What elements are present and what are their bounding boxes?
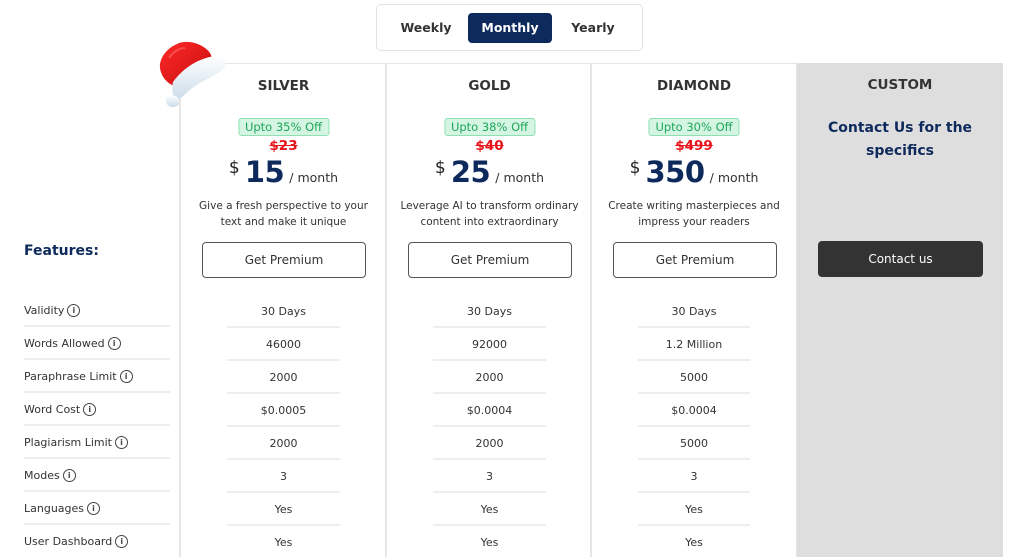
value-validity: 30 Days xyxy=(638,295,750,328)
discount-badge: Upto 35% Off xyxy=(237,118,330,136)
price: $ 350 / month xyxy=(592,155,796,189)
value-user-dashboard: Yes xyxy=(274,536,293,549)
feature-label: Languages xyxy=(24,502,85,515)
value-user-dashboard: Yes xyxy=(685,536,703,549)
info-icon[interactable]: i xyxy=(107,336,121,350)
feature-label: User Dashboard xyxy=(24,535,113,548)
plan-values: 30 Days 1.2 Million 5000 $0.0004 5000 3 … xyxy=(592,295,796,557)
feature-validity: Validity i xyxy=(24,294,170,327)
feature-paraphrase-limit: Paraphrase Limit i xyxy=(24,360,170,393)
feature-modes: Modes i xyxy=(24,459,170,492)
feature-label: Plagiarism Limit xyxy=(24,436,112,449)
value-languages: Yes xyxy=(227,493,340,526)
get-premium-button[interactable]: Get Premium xyxy=(613,242,777,278)
value-plagiarism-limit: 2000 xyxy=(433,427,546,460)
billing-period-toggle: Weekly Monthly Yearly xyxy=(376,4,643,51)
value-words-allowed: 1.2 Million xyxy=(638,328,750,361)
info-icon[interactable]: i xyxy=(83,402,97,416)
value-validity: 30 Days xyxy=(433,295,546,328)
plan-name: DIAMOND xyxy=(656,78,732,94)
discount-badge: Upto 30% Off xyxy=(648,118,740,136)
value-languages: Yes xyxy=(638,493,750,526)
price-amount: 350 xyxy=(645,155,706,189)
value-paraphrase-limit: 2000 xyxy=(227,361,340,394)
feature-plagiarism-limit: Plagiarism Limit i xyxy=(24,426,170,459)
value-word-cost: $0.0005 xyxy=(227,394,340,427)
info-icon[interactable]: i xyxy=(115,435,128,449)
value-words-allowed: 46000 xyxy=(227,328,340,361)
feature-word-cost: Word Cost i xyxy=(24,393,170,426)
feature-label: Modes xyxy=(24,469,60,482)
plan-card-diamond: DIAMOND Upto 30% Off $499 $ 350 / month … xyxy=(590,63,798,557)
price-period: / month xyxy=(289,170,339,185)
value-word-cost: $0.0004 xyxy=(638,394,750,427)
discount-badge: Upto 38% Off xyxy=(443,118,536,136)
plan-description: Leverage AI to transform ordinary conten… xyxy=(400,200,579,228)
feature-label: Validity xyxy=(24,304,65,317)
currency-symbol: $ xyxy=(434,158,446,178)
plan-values: 30 Days 46000 2000 $0.0005 2000 3 Yes Ye… xyxy=(181,295,386,557)
value-plagiarism-limit: 2000 xyxy=(227,427,340,460)
currency-symbol: $ xyxy=(629,158,641,178)
feature-user-dashboard: User Dashboard i xyxy=(24,525,170,557)
price-amount: 25 xyxy=(450,155,491,189)
toggle-yearly[interactable]: Yearly xyxy=(553,13,633,43)
info-icon[interactable]: i xyxy=(119,369,133,383)
value-modes: 3 xyxy=(638,460,750,493)
feature-label: Words Allowed xyxy=(24,337,105,350)
value-user-dashboard: Yes xyxy=(480,536,499,549)
info-icon[interactable]: i xyxy=(115,534,129,548)
value-validity: 30 Days xyxy=(227,295,340,328)
value-modes: 3 xyxy=(227,460,340,493)
value-word-cost: $0.0004 xyxy=(433,394,546,427)
plan-description: Create writing masterpieces and impress … xyxy=(608,200,780,228)
feature-label: Paraphrase Limit xyxy=(24,370,117,383)
currency-symbol: $ xyxy=(228,158,240,178)
features-title: Features: xyxy=(24,243,99,259)
plan-values: 30 Days 92000 2000 $0.0004 2000 3 Yes Ye… xyxy=(387,295,592,557)
info-icon[interactable]: i xyxy=(62,468,76,482)
feature-label: Word Cost xyxy=(24,403,81,416)
old-price: $499 xyxy=(675,138,713,154)
value-paraphrase-limit: 2000 xyxy=(433,361,546,394)
feature-words-allowed: Words Allowed i xyxy=(24,327,170,360)
value-modes: 3 xyxy=(433,460,546,493)
plan-name: GOLD xyxy=(468,78,511,94)
value-languages: Yes xyxy=(433,493,546,526)
contact-us-button[interactable]: Contact us xyxy=(818,241,983,277)
toggle-weekly[interactable]: Weekly xyxy=(385,13,467,43)
value-words-allowed: 92000 xyxy=(433,328,546,361)
plan-card-custom: CUSTOM Contact Us for the specifics Cont… xyxy=(797,63,1003,557)
old-price: $40 xyxy=(475,138,504,154)
feature-list: Validity i Words Allowed i Paraphrase Limi… xyxy=(24,294,170,557)
price: $ 15 / month xyxy=(181,155,386,189)
toggle-monthly[interactable]: Monthly xyxy=(468,13,552,43)
plan-description: Give a fresh perspective to your text an… xyxy=(199,200,368,228)
contact-heading: Contact Us for the specifics xyxy=(827,120,973,159)
old-price: $23 xyxy=(269,138,298,154)
info-icon[interactable]: i xyxy=(87,501,101,515)
price: $ 25 / month xyxy=(387,155,592,189)
info-icon[interactable]: i xyxy=(67,303,81,317)
value-paraphrase-limit: 5000 xyxy=(638,361,750,394)
plan-name: CUSTOM xyxy=(867,77,933,93)
get-premium-button[interactable]: Get Premium xyxy=(202,242,366,278)
value-plagiarism-limit: 5000 xyxy=(638,427,750,460)
price-period: / month xyxy=(709,170,759,185)
feature-languages: Languages i xyxy=(24,492,170,525)
plan-card-gold: GOLD Upto 38% Off $40 $ 25 / month Lever… xyxy=(385,63,592,557)
get-premium-button[interactable]: Get Premium xyxy=(408,242,572,278)
santa-hat-icon xyxy=(159,41,226,107)
plan-card-silver: SILVER Upto 35% Off $23 $ 15 / month Giv… xyxy=(179,63,386,557)
price-period: / month xyxy=(495,170,545,185)
price-amount: 15 xyxy=(244,155,285,189)
